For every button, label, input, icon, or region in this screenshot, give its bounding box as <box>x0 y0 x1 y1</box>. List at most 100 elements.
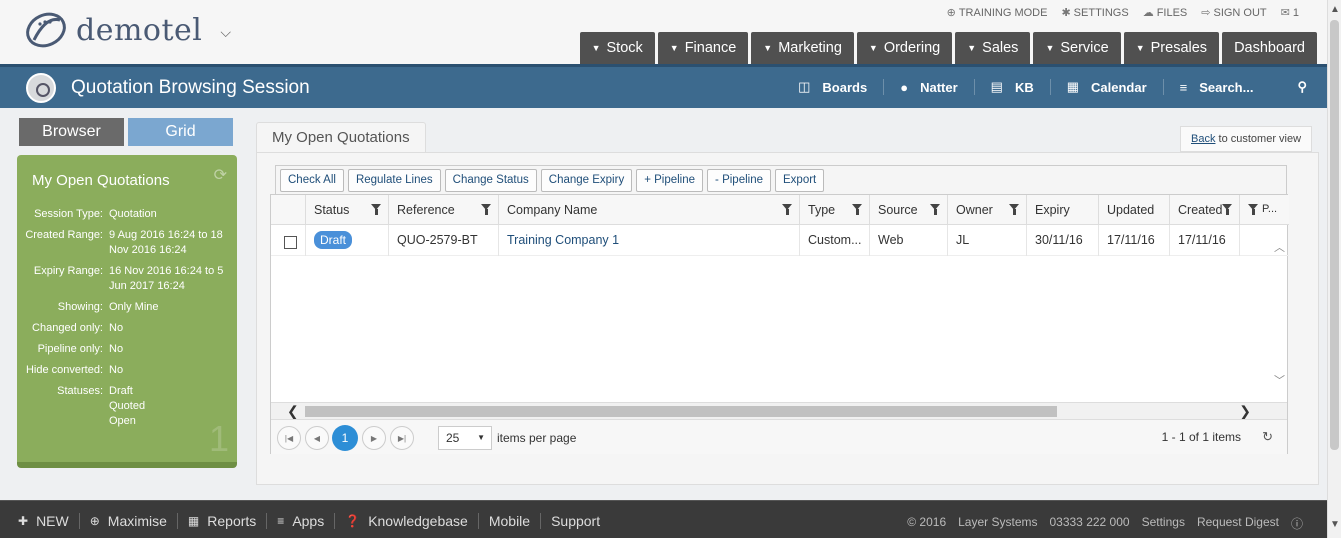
request-digest-link[interactable]: Request Digest <box>1191 515 1285 532</box>
change-status-button[interactable]: Change Status <box>444 168 537 192</box>
footer-settings-link[interactable]: Settings <box>1136 515 1191 532</box>
footer-label: Maximise <box>107 513 167 529</box>
filter-icon[interactable] <box>371 204 382 215</box>
footer-reports[interactable]: ▦ Reports <box>178 513 268 529</box>
footer-support[interactable]: Support <box>541 513 610 529</box>
column-header-created[interactable]: Created <box>1169 195 1258 225</box>
chevron-down-icon[interactable]: ﹀ <box>1274 372 1285 388</box>
session-tool-boards[interactable]: ◫ Boards <box>782 79 885 95</box>
pipeline-button[interactable]: + Pipeline <box>636 168 704 192</box>
info-value: 9 Aug 2016 16:24 to 18 Nov 2016 16:24 <box>109 229 223 256</box>
nav-service[interactable]: ▼ Service <box>1033 32 1121 64</box>
column-header-type[interactable]: Type <box>799 195 869 225</box>
nav-stock[interactable]: ▼ Stock <box>579 32 655 64</box>
nav-ordering[interactable]: ▼ Ordering <box>856 32 953 64</box>
logo[interactable]: demotel ⌵ <box>24 10 231 50</box>
filter-icon[interactable] <box>1222 204 1233 215</box>
filter-icon[interactable] <box>782 204 793 215</box>
export-button[interactable]: Export <box>775 168 825 192</box>
last-page-button[interactable]: ▶| <box>390 426 414 450</box>
column-header-updated[interactable]: Updated <box>1098 195 1169 225</box>
filter-icon[interactable] <box>852 204 863 215</box>
column-header-expiry[interactable]: Expiry <box>1026 195 1098 225</box>
grid-button[interactable]: Grid <box>128 118 233 146</box>
page-size-select[interactable]: 25 ▼ <box>438 426 492 450</box>
chevron-left-icon[interactable]: ❮ <box>287 403 299 420</box>
column-header-reference[interactable]: Reference <box>388 195 498 225</box>
toplink-training-mode[interactable]: ⊕ TRAINING MODE <box>947 6 1048 19</box>
info-row: Expiry Range: 16 Nov 2016 16:24 to 5 Jun … <box>17 264 237 294</box>
column-header-company-name[interactable]: Company Name <box>498 195 799 225</box>
filter-icon[interactable] <box>481 204 492 215</box>
chevron-down-icon[interactable]: ⌵ <box>220 24 231 41</box>
pipeline-button[interactable]: - Pipeline <box>707 168 771 192</box>
footer-new[interactable]: ✚ NEW <box>18 513 80 529</box>
scroll-thumb[interactable] <box>305 406 1057 417</box>
toplink-label: 1 <box>1292 7 1299 19</box>
nav-presales[interactable]: ▼ Presales <box>1123 32 1220 64</box>
first-page-button[interactable]: |◀ <box>277 426 301 450</box>
nav-finance[interactable]: ▼ Finance <box>657 32 749 64</box>
reload-icon[interactable]: ↻ <box>1262 429 1273 445</box>
nav-marketing[interactable]: ▼ Marketing <box>751 32 854 64</box>
footer-maximise[interactable]: ⊕ Maximise <box>80 513 178 529</box>
prev-page-button[interactable]: ◀ <box>305 426 329 450</box>
scroll-up-icon[interactable]: ▲ <box>1330 4 1340 15</box>
session-tool-label: Natter <box>920 79 958 95</box>
back-to-customer-link[interactable]: Back to customer view <box>1180 126 1313 152</box>
info-icon[interactable]: ⓘ <box>1285 515 1309 532</box>
nav-sales[interactable]: ▼ Sales <box>955 32 1031 64</box>
info-key: Session Type: <box>34 208 103 220</box>
chevron-right-icon[interactable]: ❯ <box>1239 403 1251 420</box>
check-all-button[interactable]: Check All <box>280 168 344 192</box>
cell-company[interactable]: Training Company 1 <box>498 225 799 256</box>
nav-label: Sales <box>982 40 1019 56</box>
session-tool-natter[interactable]: ● Natter <box>884 79 975 95</box>
back-link[interactable]: Back <box>1191 133 1215 145</box>
scroll-thumb[interactable] <box>1330 20 1339 450</box>
toplink-settings[interactable]: ✱ SETTINGS <box>1061 6 1128 19</box>
change-expiry-button[interactable]: Change Expiry <box>540 168 633 192</box>
column-header-source[interactable]: Source <box>869 195 947 225</box>
page-scrollbar[interactable]: ▲ ▼ <box>1327 0 1341 538</box>
nav-label: Presales <box>1150 40 1208 56</box>
session-tool-calendar[interactable]: ▦ Calendar <box>1051 79 1164 95</box>
regulate-lines-button[interactable]: Regulate Lines <box>347 168 441 192</box>
row-checkbox[interactable] <box>284 236 297 249</box>
footer-knowledgebase[interactable]: ❓ Knowledgebase <box>335 513 479 529</box>
column-label: Updated <box>1107 203 1155 217</box>
cell-status[interactable]: Draft <box>305 225 388 256</box>
toplink-files[interactable]: ☁ FILES <box>1143 6 1188 19</box>
filter-icon[interactable] <box>1009 204 1020 215</box>
copyright: © 2016 <box>907 515 947 529</box>
session-tool-kb[interactable]: ▤ KB <box>975 79 1051 95</box>
nav-dashboard[interactable]: Dashboard <box>1222 32 1317 64</box>
main-nav: ▼ Stock ▼ Finance ▼ Marketing ▼ Ordering ▼ Sales ▼… <box>579 32 1317 64</box>
column-label: Source <box>878 203 918 217</box>
search-icon[interactable]: ⚲ <box>1297 79 1307 95</box>
chevron-up-icon[interactable]: ︿ <box>1274 239 1285 255</box>
nav-label: Ordering <box>883 40 941 56</box>
session-title: Quotation Browsing Session <box>71 77 310 98</box>
session-tool-search[interactable]: ≡ Search... ⚲ <box>1164 79 1307 95</box>
table-row[interactable]: Draft QUO-2579-BT Training Company 1 Custom… <box>271 225 1289 256</box>
column-header-owner[interactable]: Owner <box>947 195 1026 225</box>
filter-icon[interactable] <box>930 204 941 215</box>
scroll-down-icon[interactable]: ▼ <box>1330 519 1340 530</box>
next-page-button[interactable]: ▶ <box>362 426 386 450</box>
toplink-1[interactable]: ✉ 1 <box>1281 6 1299 19</box>
column-header-status[interactable]: Status <box>305 195 388 225</box>
refresh-icon[interactable]: ⟳ <box>214 165 227 185</box>
current-page-button[interactable]: 1 <box>332 425 358 451</box>
tab-my-open-quotations[interactable]: My Open Quotations <box>256 122 426 153</box>
toplink-sign-out[interactable]: ⇨ SIGN OUT <box>1201 6 1266 19</box>
column-header-p[interactable]: P... <box>1239 195 1279 225</box>
grid-vertical-scrollbar[interactable]: ︿ ﹀ <box>1271 225 1287 402</box>
browser-button[interactable]: Browser <box>19 118 124 146</box>
footer-mobile[interactable]: Mobile <box>479 513 542 529</box>
cell-value[interactable]: Training Company 1 <box>507 233 619 247</box>
grid-horizontal-scrollbar[interactable]: ❮ ❯ <box>271 402 1287 419</box>
top-header: demotel ⌵ ⊕ TRAINING MODE ✱ SETTINGS ☁ FILES ⇨… <box>0 0 1341 64</box>
company-name[interactable]: Layer Systems <box>952 515 1043 532</box>
footer-apps[interactable]: ≡ Apps <box>267 513 336 529</box>
